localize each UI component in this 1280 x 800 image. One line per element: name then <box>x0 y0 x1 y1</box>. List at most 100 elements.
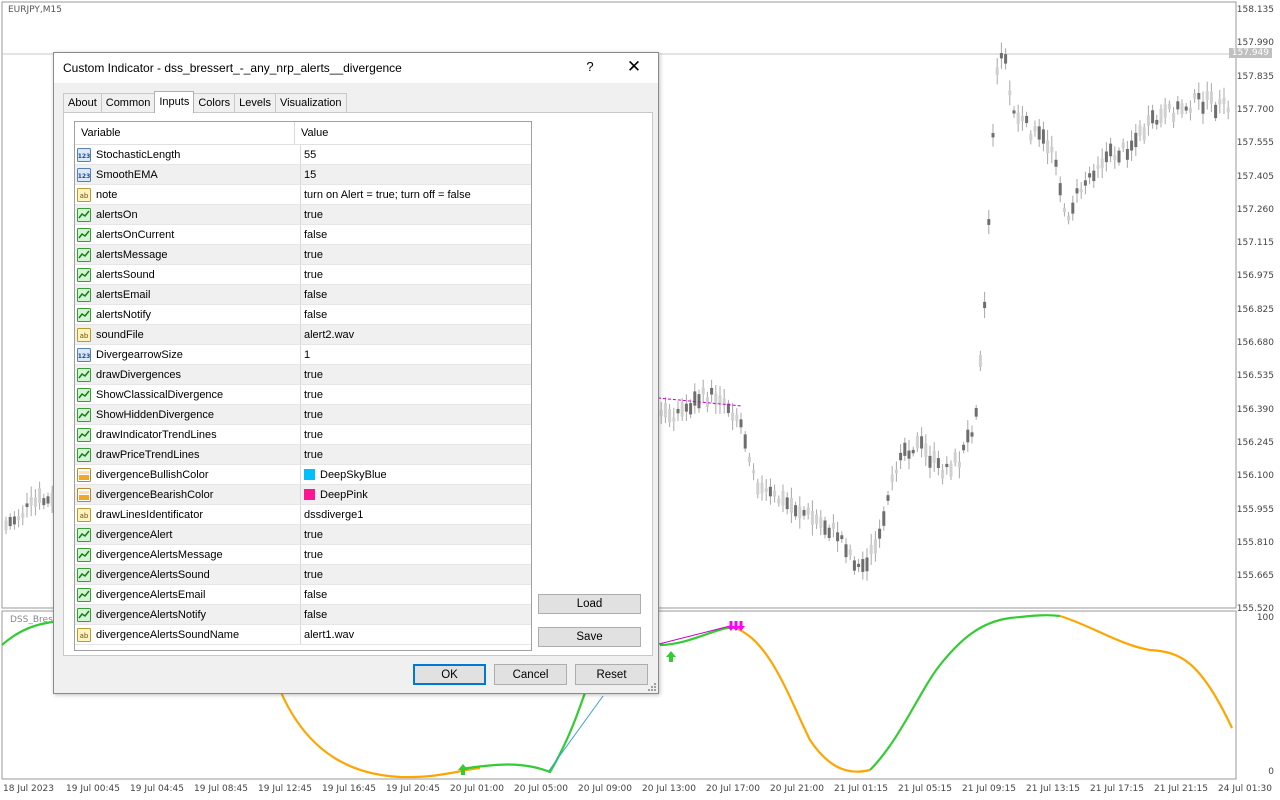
tab-inputs[interactable]: Inputs <box>154 91 195 113</box>
value-cell[interactable]: false <box>301 225 531 244</box>
tab-about[interactable]: About <box>63 93 102 113</box>
variable-cell[interactable]: drawDivergences <box>75 365 301 384</box>
value-cell[interactable]: false <box>301 285 531 304</box>
color-swatch[interactable] <box>304 469 315 480</box>
table-row[interactable]: ShowClassicalDivergence true <box>75 385 531 405</box>
table-row[interactable]: divergenceAlertsMessage true <box>75 545 531 565</box>
value-cell[interactable]: 15 <box>301 165 531 184</box>
variable-cell[interactable]: ShowClassicalDivergence <box>75 385 301 404</box>
value-cell[interactable]: true <box>301 385 531 404</box>
variable-cell[interactable]: alertsSound <box>75 265 301 284</box>
boolean-type-icon <box>77 427 96 442</box>
tab-levels[interactable]: Levels <box>234 93 276 113</box>
table-row[interactable]: divergenceAlertsSound true <box>75 565 531 585</box>
variable-cell[interactable]: ab soundFile <box>75 325 301 344</box>
table-row[interactable]: ab drawLinesIdentificator dssdiverge1 <box>75 505 531 525</box>
value-cell[interactable]: DeepPink <box>301 485 531 504</box>
color-swatch[interactable] <box>304 489 315 500</box>
value-cell[interactable]: false <box>301 305 531 324</box>
table-row[interactable]: 123 SmoothEMA 15 <box>75 165 531 185</box>
variable-cell[interactable]: alertsMessage <box>75 245 301 264</box>
value-cell[interactable]: true <box>301 365 531 384</box>
tab-colors[interactable]: Colors <box>193 93 236 113</box>
value-cell[interactable]: false <box>301 585 531 604</box>
dialog-titlebar[interactable]: Custom Indicator - dss_bressert_-_any_nr… <box>54 53 658 83</box>
table-row[interactable]: ab note turn on Alert = true; turn off = f… <box>75 185 531 205</box>
value-cell[interactable]: true <box>301 245 531 264</box>
tab-visualization[interactable]: Visualization <box>274 93 347 113</box>
table-row[interactable]: ab divergenceAlertsSoundName alert1.wav <box>75 625 531 645</box>
value-cell[interactable]: true <box>301 565 531 584</box>
table-row[interactable]: drawDivergences true <box>75 365 531 385</box>
variable-cell[interactable]: divergenceBearishColor <box>75 485 301 504</box>
table-row[interactable]: divergenceBearishColor DeepPink <box>75 485 531 505</box>
variable-cell[interactable]: divergenceAlertsSound <box>75 565 301 584</box>
table-row[interactable]: divergenceAlertsEmail false <box>75 585 531 605</box>
table-row[interactable]: drawPriceTrendLines true <box>75 445 531 465</box>
variable-cell[interactable]: divergenceAlertsNotify <box>75 605 301 624</box>
variable-cell[interactable]: drawPriceTrendLines <box>75 445 301 464</box>
value-cell[interactable]: true <box>301 445 531 464</box>
variable-cell[interactable]: alertsOnCurrent <box>75 225 301 244</box>
variable-cell[interactable]: ab note <box>75 185 301 204</box>
value-cell[interactable]: true <box>301 425 531 444</box>
value-cell[interactable]: DeepSkyBlue <box>301 465 531 484</box>
variable-cell[interactable]: 123 StochasticLength <box>75 145 301 164</box>
variable-cell[interactable]: divergenceAlertsEmail <box>75 585 301 604</box>
value-cell[interactable]: 1 <box>301 345 531 364</box>
variable-cell[interactable]: alertsEmail <box>75 285 301 304</box>
cancel-button[interactable]: Cancel <box>494 664 567 685</box>
value-cell[interactable]: false <box>301 605 531 624</box>
variable-cell[interactable]: divergenceAlertsMessage <box>75 545 301 564</box>
load-button[interactable]: Load <box>538 594 641 614</box>
table-row[interactable]: alertsNotify false <box>75 305 531 325</box>
table-row[interactable]: alertsSound true <box>75 265 531 285</box>
value-cell[interactable]: 55 <box>301 145 531 164</box>
table-row[interactable]: divergenceAlertsNotify false <box>75 605 531 625</box>
value-cell[interactable]: true <box>301 405 531 424</box>
table-row[interactable]: alertsOnCurrent false <box>75 225 531 245</box>
variable-cell[interactable]: 123 DivergearrowSize <box>75 345 301 364</box>
column-value[interactable]: Value <box>295 122 531 144</box>
reset-button[interactable]: Reset <box>575 664 648 685</box>
variable-cell[interactable]: drawIndicatorTrendLines <box>75 425 301 444</box>
value-cell[interactable]: true <box>301 525 531 544</box>
table-row[interactable]: divergenceAlert true <box>75 525 531 545</box>
variable-value: false <box>304 228 328 241</box>
table-row[interactable]: 123 StochasticLength 55 <box>75 145 531 165</box>
table-row[interactable]: drawIndicatorTrendLines true <box>75 425 531 445</box>
variable-cell[interactable]: ab drawLinesIdentificator <box>75 505 301 524</box>
variable-cell[interactable]: ab divergenceAlertsSoundName <box>75 625 301 644</box>
value-cell[interactable]: dssdiverge1 <box>301 505 531 524</box>
value-cell[interactable]: alert1.wav <box>301 625 531 644</box>
variable-cell[interactable]: divergenceBullishColor <box>75 465 301 484</box>
variable-cell[interactable]: divergenceAlert <box>75 525 301 544</box>
inputs-table[interactable]: Variable Value 123 StochasticLength 55 123 S… <box>74 121 532 651</box>
table-row[interactable]: divergenceBullishColor DeepSkyBlue <box>75 465 531 485</box>
price-tick-label: 157.115 <box>1236 238 1274 249</box>
value-cell[interactable]: true <box>301 205 531 224</box>
tab-common[interactable]: Common <box>100 93 156 113</box>
table-row[interactable]: 123 DivergearrowSize 1 <box>75 345 531 365</box>
variable-cell[interactable]: ShowHiddenDivergence <box>75 405 301 424</box>
variable-cell[interactable]: alertsNotify <box>75 305 301 324</box>
help-icon[interactable]: ? <box>582 59 598 74</box>
table-row[interactable]: ShowHiddenDivergence true <box>75 405 531 425</box>
resize-grip-icon[interactable] <box>648 683 656 691</box>
save-button[interactable]: Save <box>538 627 641 647</box>
variable-cell[interactable]: alertsOn <box>75 205 301 224</box>
table-row[interactable]: alertsMessage true <box>75 245 531 265</box>
value-cell[interactable]: turn on Alert = true; turn off = false <box>301 185 531 204</box>
table-row[interactable]: alertsEmail false <box>75 285 531 305</box>
table-row[interactable]: ab soundFile alert2.wav <box>75 325 531 345</box>
variable-cell[interactable]: 123 SmoothEMA <box>75 165 301 184</box>
dialog-title: Custom Indicator - dss_bressert_-_any_nr… <box>63 61 402 75</box>
ok-button[interactable]: OK <box>413 664 486 685</box>
value-cell[interactable]: true <box>301 545 531 564</box>
value-cell[interactable]: true <box>301 265 531 284</box>
table-row[interactable]: alertsOn true <box>75 205 531 225</box>
column-variable[interactable]: Variable <box>75 122 295 144</box>
value-cell[interactable]: alert2.wav <box>301 325 531 344</box>
close-icon[interactable]: ✕ <box>624 57 644 77</box>
variable-name: SmoothEMA <box>96 168 158 181</box>
